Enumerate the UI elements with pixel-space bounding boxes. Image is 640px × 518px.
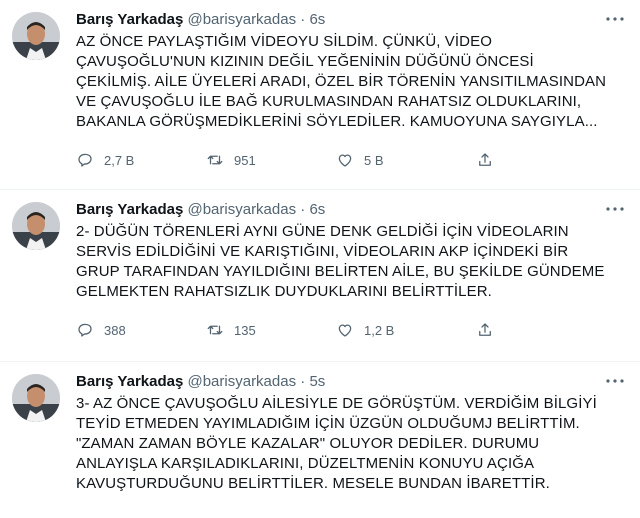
- timestamp[interactable]: 5s: [309, 373, 325, 390]
- author-handle[interactable]: @barisyarkadas: [187, 373, 296, 390]
- tweet-text-line: SERVİS EDİLDİĞİNİ VE KARIŞTIĞINI, VİDEOL…: [76, 243, 569, 260]
- like-count: 1,2 B: [364, 322, 395, 338]
- tweet-text: 2- DÜĞÜN TÖRENLERİ AYNI GÜNE DENK GELDİĞ…: [76, 222, 624, 302]
- timestamp[interactable]: 6s: [309, 11, 325, 28]
- separator: ·: [300, 373, 306, 390]
- retweet-icon: [207, 155, 223, 165]
- heart-icon: [338, 324, 352, 337]
- author-name[interactable]: Barış Yarkadaş: [76, 201, 183, 218]
- tweet-text-line: GRUP TARAFINDAN YAYILDIĞINI BELİRTEN AİL…: [76, 263, 605, 280]
- reply-icon: [78, 323, 92, 337]
- reply-button[interactable]: 2,7 B: [76, 151, 206, 169]
- tweet[interactable]: Barış Yarkadaş @barisyarkadas · 6s 2- DÜ…: [0, 190, 640, 362]
- retweet-button[interactable]: 951: [206, 151, 336, 169]
- tweet-text-line: GELMEKTEN RAHATSIZLIK DUYDUKLARINI BELİR…: [76, 283, 492, 300]
- tweet-text-line: BAKANLA GÖRÜŞMEDİKLERİNİ SÖYLEDİLER. KAM…: [76, 113, 598, 130]
- tweet-feed: Barış Yarkadaş @barisyarkadas · 6s AZ ÖN…: [0, 0, 640, 518]
- timestamp[interactable]: 6s: [309, 201, 325, 218]
- tweet-text-line: ÇAVUŞOĞLU'NUN KIZININ DEĞİL YEĞENİNİN DÜ…: [76, 53, 534, 70]
- reply-count: 2,7 B: [104, 152, 135, 168]
- share-icon: [479, 323, 491, 336]
- more-options-icon[interactable]: [604, 12, 626, 26]
- tweet-text-line: AZ ÖNCE PAYLAŞTIĞIM VİDEOYU SİLDİM. ÇÜNK…: [76, 33, 492, 50]
- tweet-text-line: "ZAMAN ZAMAN BÖYLE KAZALAR" OLUYOR DEDİL…: [76, 435, 540, 452]
- tweet[interactable]: Barış Yarkadaş @barisyarkadas · 5s 3- AZ…: [0, 362, 640, 518]
- retweet-button[interactable]: 135: [206, 321, 336, 339]
- more-options-icon[interactable]: [604, 202, 626, 216]
- tweet-actions: 388 135 1,2 B: [76, 314, 624, 346]
- retweet-count: 135: [234, 322, 256, 338]
- tweet-text-line: ÇEKİLMİŞ. AİLE ÜYELERİ ARADI, ÖZEL BİR T…: [76, 73, 607, 90]
- avatar[interactable]: [12, 374, 60, 422]
- tweet-header: Barış Yarkadaş @barisyarkadas · 6s: [76, 200, 624, 220]
- more-options-icon[interactable]: [604, 374, 626, 388]
- share-icon: [479, 153, 491, 166]
- tweet-text: 3- AZ ÖNCE ÇAVUŞOĞLU AİLESİYLE DE GÖRÜŞT…: [76, 394, 624, 494]
- like-button[interactable]: 1,2 B: [336, 321, 466, 339]
- tweet-header: Barış Yarkadaş @barisyarkadas · 6s: [76, 10, 624, 30]
- tweet-text-line: TEYİD ETMEDEN YAYIMLADIĞIM İÇİN ÜZGÜN OL…: [76, 415, 580, 432]
- author-name[interactable]: Barış Yarkadaş: [76, 11, 183, 28]
- author-handle[interactable]: @barisyarkadas: [187, 201, 296, 218]
- separator: ·: [300, 201, 306, 218]
- share-button[interactable]: [476, 321, 504, 339]
- author-name[interactable]: Barış Yarkadaş: [76, 373, 183, 390]
- author-handle[interactable]: @barisyarkadas: [187, 11, 296, 28]
- avatar[interactable]: [12, 12, 60, 60]
- tweet-actions: 2,7 B 951 5 B: [76, 144, 624, 176]
- tweet-header: Barış Yarkadaş @barisyarkadas · 5s: [76, 372, 624, 392]
- retweet-icon: [207, 325, 223, 335]
- reply-button[interactable]: 388: [76, 321, 206, 339]
- retweet-count: 951: [234, 152, 256, 168]
- like-count: 5 B: [364, 152, 384, 168]
- reply-icon: [78, 153, 92, 167]
- heart-icon: [338, 154, 352, 167]
- like-button[interactable]: 5 B: [336, 151, 466, 169]
- tweet-text-line: 3- AZ ÖNCE ÇAVUŞOĞLU AİLESİYLE DE GÖRÜŞT…: [76, 395, 597, 412]
- tweet-text-line: KAVUŞTURDUĞUNU BELİRTTİLER. MESELE BUNDA…: [76, 475, 550, 492]
- tweet-text-line: VE ÇAVUŞOĞLU İLE BAĞ KURULMASINDAN RAHAT…: [76, 93, 582, 110]
- separator: ·: [300, 11, 306, 28]
- tweet-text: AZ ÖNCE PAYLAŞTIĞIM VİDEOYU SİLDİM. ÇÜNK…: [76, 32, 624, 132]
- tweet[interactable]: Barış Yarkadaş @barisyarkadas · 6s AZ ÖN…: [0, 0, 640, 190]
- reply-count: 388: [104, 322, 126, 338]
- tweet-text-line: ANLAYIŞLA KARŞILADIKLARINI, DÜZELTMENİN …: [76, 455, 535, 472]
- avatar[interactable]: [12, 202, 60, 250]
- tweet-text-line: 2- DÜĞÜN TÖRENLERİ AYNI GÜNE DENK GELDİĞ…: [76, 223, 569, 240]
- share-button[interactable]: [476, 151, 504, 169]
